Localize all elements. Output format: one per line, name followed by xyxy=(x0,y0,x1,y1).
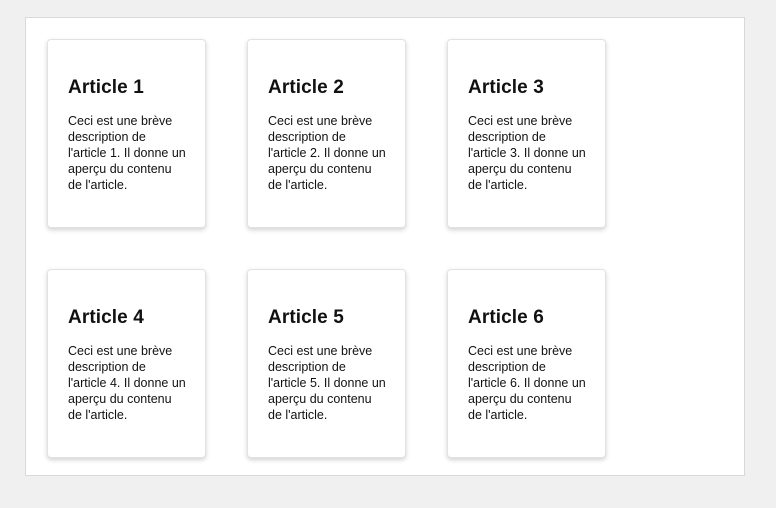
article-description: Ceci est une brève description de l'arti… xyxy=(68,344,186,422)
content-panel: Article 1 Ceci est une brève description… xyxy=(25,17,745,476)
article-description: Ceci est une brève description de l'arti… xyxy=(268,114,386,192)
article-title: Article 3 xyxy=(468,77,544,98)
article-description: Ceci est une brève description de l'arti… xyxy=(468,344,586,422)
article-card-1[interactable]: Article 1 Ceci est une brève description… xyxy=(47,39,206,228)
article-title: Article 5 xyxy=(268,307,344,328)
article-card-5[interactable]: Article 5 Ceci est une brève description… xyxy=(247,269,406,458)
article-card-2[interactable]: Article 2 Ceci est une brève description… xyxy=(247,39,406,228)
article-title: Article 4 xyxy=(68,307,144,328)
article-title: Article 2 xyxy=(268,77,344,98)
article-card-3[interactable]: Article 3 Ceci est une brève description… xyxy=(447,39,606,228)
article-description: Ceci est une brève description de l'arti… xyxy=(68,114,186,192)
article-card-6[interactable]: Article 6 Ceci est une brève description… xyxy=(447,269,606,458)
article-description: Ceci est une brève description de l'arti… xyxy=(268,344,386,422)
article-card-4[interactable]: Article 4 Ceci est une brève description… xyxy=(47,269,206,458)
article-grid: Article 1 Ceci est une brève description… xyxy=(47,39,606,458)
article-title: Article 6 xyxy=(468,307,544,328)
article-description: Ceci est une brève description de l'arti… xyxy=(468,114,586,192)
article-title: Article 1 xyxy=(68,77,144,98)
